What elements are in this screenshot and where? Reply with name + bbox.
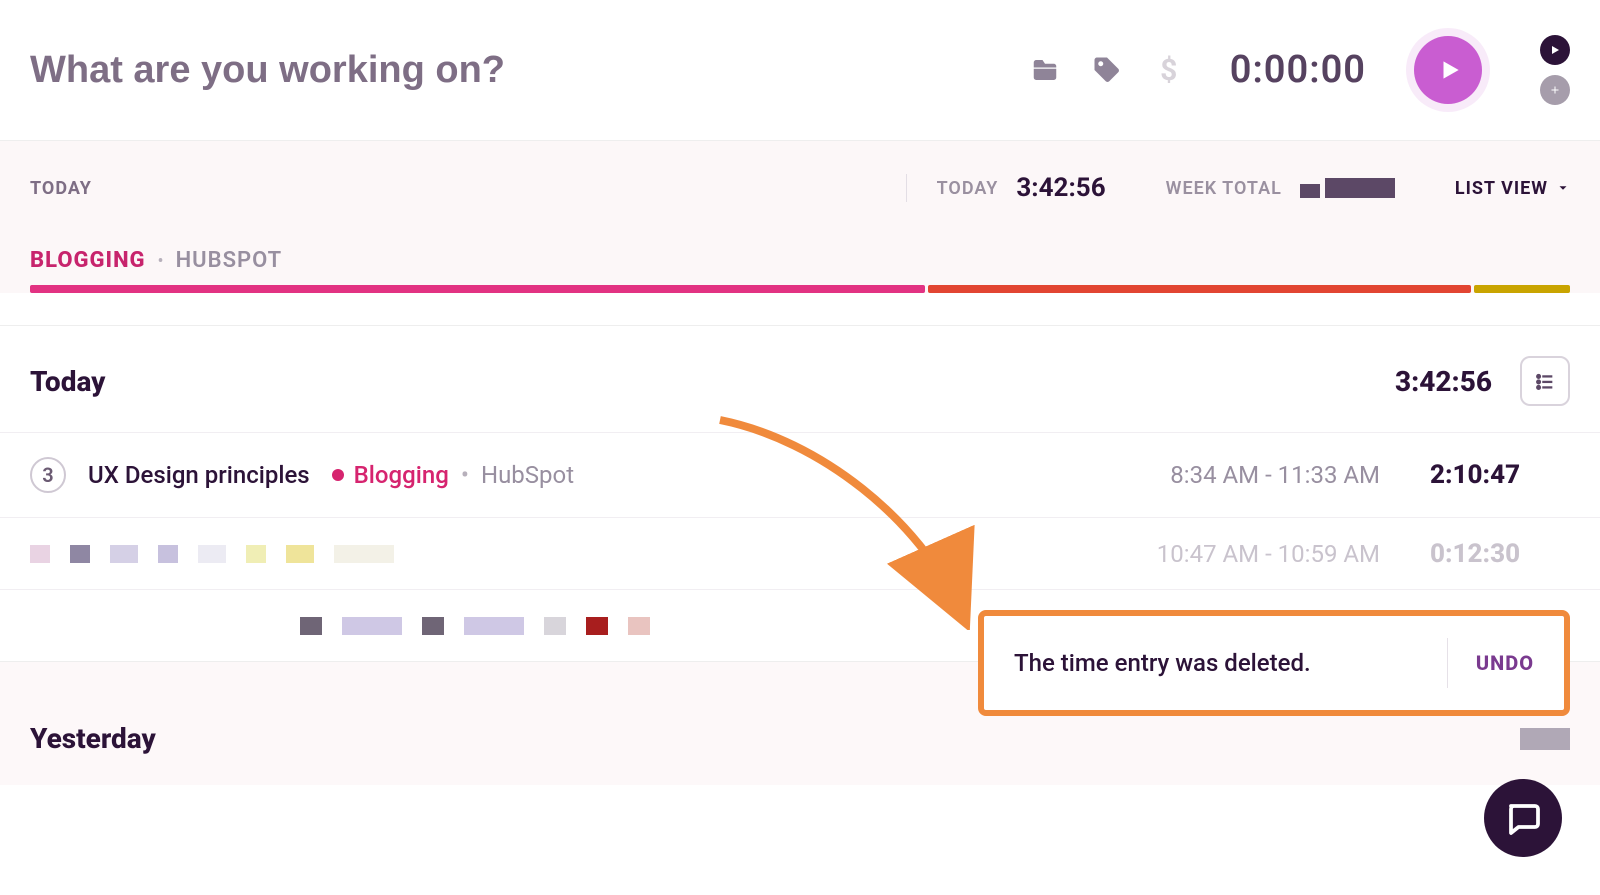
summary-client-name: HUBSPOT [176, 248, 283, 273]
bar-segment [30, 285, 925, 293]
undo-button[interactable]: UNDO [1476, 651, 1534, 675]
entry-project[interactable]: Blogging • HubSpot [332, 461, 574, 489]
client-name: HubSpot [481, 461, 574, 489]
week-total-block: WEEK TOTAL [1166, 178, 1395, 199]
folder-icon[interactable] [1029, 54, 1061, 86]
week-chart [1300, 178, 1395, 198]
time-distribution-bar [30, 285, 1570, 293]
day-total: 3:42:56 [1395, 365, 1492, 398]
divider [906, 174, 907, 202]
bar-segment [1474, 285, 1570, 293]
timer-bar: $ 0:00:00 [0, 0, 1600, 140]
yesterday-total-redacted [1520, 728, 1570, 750]
list-view-label: LIST VIEW [1455, 178, 1548, 199]
timer-mode-button[interactable] [1540, 35, 1570, 65]
timer-actions: $ 0:00:00 [1029, 35, 1570, 105]
mode-stack [1540, 35, 1570, 105]
today-value: 3:42:56 [1016, 173, 1105, 203]
undo-toast: The time entry was deleted. UNDO [978, 610, 1570, 716]
yesterday-title: Yesterday [30, 722, 156, 755]
today-block: TODAY 3:42:56 [937, 173, 1106, 203]
task-input[interactable] [30, 49, 1029, 92]
bar-segment [928, 285, 1471, 293]
list-view-toggle[interactable]: LIST VIEW [1455, 178, 1570, 199]
day-title: Today [30, 365, 105, 398]
entry-time-range: 8:34 AM - 11:33 AM [1170, 461, 1380, 489]
toast-divider [1447, 638, 1448, 688]
entry-time-range-redacted: 10:47 AM - 10:59 AM [1157, 540, 1380, 568]
manual-mode-button[interactable] [1540, 75, 1570, 105]
chat-icon [1505, 800, 1541, 836]
entry-title: UX Design principles [88, 461, 310, 489]
bulk-edit-toggle[interactable] [1520, 356, 1570, 406]
week-total-label: WEEK TOTAL [1166, 178, 1282, 199]
toast-message: The time entry was deleted. [1014, 649, 1419, 677]
summary-panel: TODAY TODAY 3:42:56 WEEK TOTAL LIST VIEW… [0, 140, 1600, 293]
project-line: BLOGGING • HUBSPOT [30, 223, 1570, 285]
project-color-dot [332, 469, 344, 481]
entry-duration-redacted: 0:12:30 [1430, 539, 1570, 569]
summary-row: TODAY TODAY 3:42:56 WEEK TOTAL LIST VIEW [30, 141, 1570, 223]
today-label: TODAY [937, 178, 999, 199]
tag-icon[interactable] [1091, 54, 1123, 86]
entry-duration: 2:10:47 [1430, 460, 1570, 490]
summary-project-name: BLOGGING [30, 248, 146, 273]
entry-group-count[interactable]: 3 [30, 457, 66, 493]
time-entry-redacted: 10:47 AM - 10:59 AM 0:12:30 [0, 517, 1600, 589]
billable-icon[interactable]: $ [1153, 54, 1185, 86]
help-chat-button[interactable] [1484, 779, 1562, 857]
chevron-down-icon [1556, 181, 1570, 195]
summary-today-label: TODAY [30, 178, 92, 199]
dot-separator: • [158, 251, 164, 272]
page-root: $ 0:00:00 TODAY TODAY 3:42:56 [0, 0, 1600, 895]
list-icon [1534, 370, 1556, 392]
time-entry[interactable]: 3 UX Design principles Blogging • HubSpo… [0, 432, 1600, 517]
dot-separator: • [461, 461, 469, 489]
project-name: Blogging [354, 461, 449, 489]
start-timer-button[interactable] [1414, 36, 1482, 104]
timer-display: 0:00:00 [1230, 48, 1366, 92]
day-header: Today 3:42:56 [0, 326, 1600, 432]
